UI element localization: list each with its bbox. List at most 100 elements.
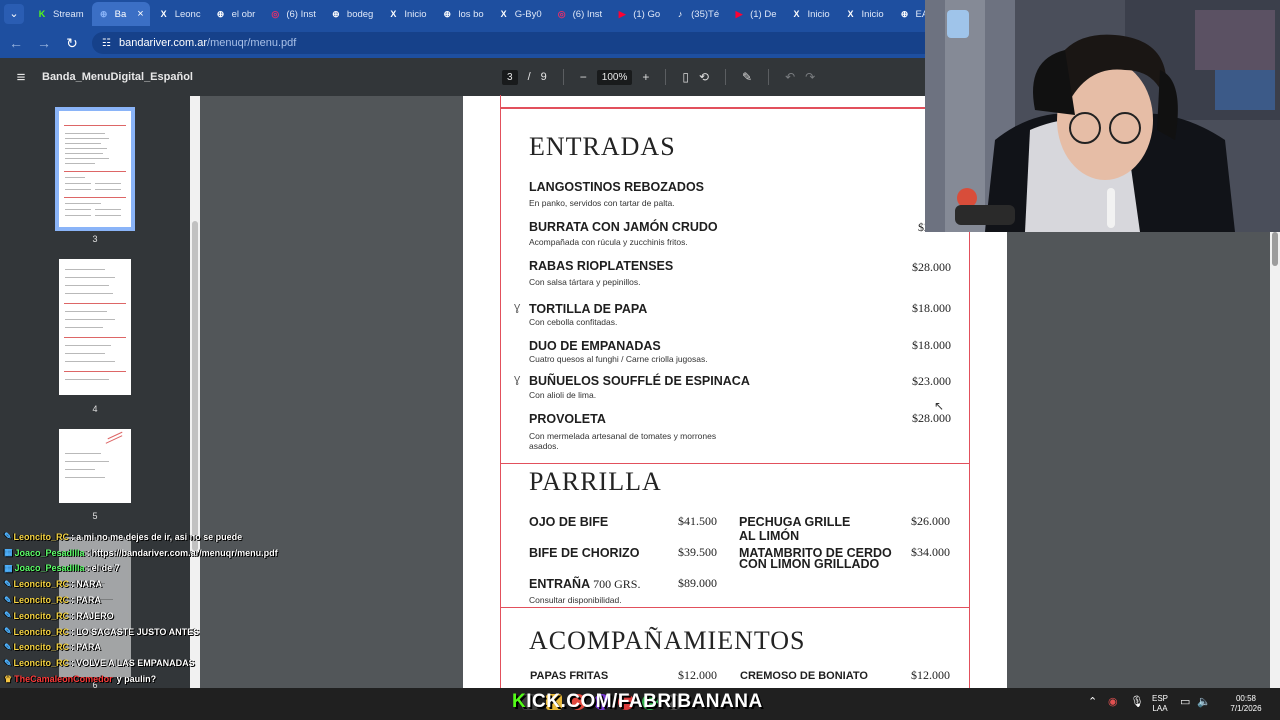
reload-icon[interactable]: ↻ xyxy=(64,35,80,52)
page-thumbnail-5[interactable] xyxy=(59,429,131,503)
app-tray-icon[interactable]: ◉ xyxy=(1108,697,1118,708)
chat-username[interactable]: TheCamaleonComedor xyxy=(14,674,113,684)
chat-username[interactable]: Leoncito_RC xyxy=(14,595,70,605)
browser-tab[interactable]: X Inicio xyxy=(381,2,433,26)
browser-tab[interactable]: ▶ (1) De xyxy=(727,2,782,26)
browser-tab[interactable]: ⊕ el obr xyxy=(209,2,262,26)
browser-tab[interactable]: K Stream xyxy=(30,2,90,26)
tab-label: (6) Inst xyxy=(286,8,316,20)
chat-username[interactable]: Joaco_Pesadilla xyxy=(15,563,85,573)
section-title-entradas: ENTRADAS xyxy=(529,132,676,161)
menu-item-weight: 700 GRS. xyxy=(593,577,641,591)
menu-item-price: $41.500 xyxy=(678,514,717,528)
microphone-icon[interactable]: 🎙 xyxy=(1130,697,1144,708)
back-arrow-icon[interactable]: ← xyxy=(8,35,24,51)
speaker-icon[interactable]: 🔈 xyxy=(1197,697,1211,708)
chat-badge-icon: ♛ xyxy=(4,673,13,684)
network-icon[interactable]: ▭ xyxy=(1180,697,1190,708)
language-indicator[interactable]: ESP LAA xyxy=(1152,694,1168,714)
youtube-icon: ▶ xyxy=(735,9,743,19)
close-tab-icon[interactable]: × xyxy=(137,8,143,20)
tab-label: Ba xyxy=(114,8,127,20)
tab-search-icon[interactable]: ⌄ xyxy=(4,4,24,24)
tab-label: Inicio xyxy=(404,8,427,20)
browser-tab[interactable]: ◎ (6) Inst xyxy=(550,2,609,26)
rotate-icon[interactable]: ⟲ xyxy=(699,70,709,84)
browser-tab[interactable]: ⊕ Ba × xyxy=(91,2,150,26)
vegetarian-icon: Ɣ xyxy=(514,303,521,314)
menu-item-description: En panko, servidos con tartar de palta. xyxy=(529,198,675,208)
zoom-in-icon[interactable]: + xyxy=(642,70,649,84)
chevron-up-icon[interactable]: ⌃ xyxy=(1088,697,1097,708)
menu-item-price: $26.000 xyxy=(911,514,950,528)
clock[interactable]: 00:58 7/1/2026 xyxy=(1226,694,1266,714)
chat-username[interactable]: Leoncito_RC xyxy=(14,611,70,621)
tab-label: Inicio xyxy=(861,8,884,20)
current-page-input[interactable]: 3 xyxy=(502,69,518,85)
chat-text: NARA xyxy=(76,579,103,590)
toolbar-divider xyxy=(768,69,770,85)
chat-text: LO SACASTE JUSTO ANTES xyxy=(76,626,200,637)
menu-item-name: PAPAS FRITAS xyxy=(530,670,609,682)
main-scroll-thumb[interactable] xyxy=(1272,232,1278,266)
tab-label: el obr xyxy=(231,8,256,20)
browser-tab[interactable]: ⊕ los bo xyxy=(435,2,489,26)
menu-item-description: Con cebolla confitadas. xyxy=(529,317,618,327)
menu-item-price: $18.000 xyxy=(912,338,951,352)
chat-username[interactable]: Leoncito_RC xyxy=(14,579,70,589)
total-pages: 9 xyxy=(540,71,547,83)
menu-item-description: Con salsa tártara y pepinillos. xyxy=(529,277,641,287)
draw-icon[interactable]: ✎ xyxy=(742,70,752,84)
mouse-cursor-icon: ↖ xyxy=(934,399,945,413)
tab-label: (6) Inst xyxy=(572,8,603,20)
menu-item-description: Cuatro quesos al funghi / Carne criolla … xyxy=(529,354,708,364)
chat-separator: : xyxy=(71,579,75,590)
chat-text: PARA xyxy=(76,595,101,606)
browser-tab[interactable]: ⊕ bodeg xyxy=(324,2,379,26)
x-icon: X xyxy=(847,9,854,19)
chat-username[interactable]: Joaco_Pesadilla xyxy=(15,548,85,558)
zoom-out-icon[interactable]: − xyxy=(580,70,587,84)
chat-username[interactable]: Leoncito_RC xyxy=(14,627,70,637)
url-bar[interactable]: ☷ bandariver.com.ar/menuqr/menu.pdf xyxy=(92,32,952,54)
tab-label: (35)Té xyxy=(691,8,720,20)
page-thumbnail-4[interactable] xyxy=(59,259,131,395)
zoom-level-input[interactable]: 100% xyxy=(596,69,633,85)
globe-icon: ⊕ xyxy=(332,9,340,19)
document-title: Banda_MenuDigital_Español xyxy=(42,71,193,83)
chat-username[interactable]: Leoncito_RC xyxy=(14,658,70,668)
sidebar-scroll-thumb[interactable] xyxy=(192,221,198,551)
forward-arrow-icon[interactable]: → xyxy=(36,35,52,51)
undo-icon[interactable]: ↶ xyxy=(785,70,795,84)
globe-icon: ⊕ xyxy=(99,9,108,19)
toolbar-divider xyxy=(665,69,667,85)
chat-username[interactable]: Leoncito_RC xyxy=(14,642,70,652)
instagram-icon: ◎ xyxy=(557,9,566,19)
menu-item-name: PROVOLETA xyxy=(529,412,606,426)
chat-username[interactable]: Leoncito_RC xyxy=(14,532,70,542)
sidebar-menu-icon[interactable]: ≡ xyxy=(0,69,42,86)
redo-icon[interactable]: ↷ xyxy=(805,70,815,84)
page-thumbnail-3[interactable] xyxy=(55,107,135,231)
chat-text: el de 7 xyxy=(91,563,120,574)
browser-tab[interactable]: X Inicio xyxy=(785,2,837,26)
chat-badge-icon: ✎ xyxy=(4,641,12,652)
menu-item-price: $18.000 xyxy=(912,301,951,315)
chat-separator: : xyxy=(71,595,75,606)
menu-item-name: OJO DE BIFE xyxy=(529,515,609,529)
chat-separator: : xyxy=(86,547,90,558)
browser-tab[interactable]: X Leonc xyxy=(152,2,207,26)
tab-label: Stream xyxy=(53,8,84,20)
chat-message: ▦ Joaco_Pesadilla: https://bandariver.com.… xyxy=(4,545,294,561)
page-navigation: 3 / 9 − 100% + ▯ ⟲ ✎ ↶ ↷ xyxy=(502,69,815,85)
browser-tab[interactable]: X Inicio xyxy=(839,2,891,26)
browser-tab[interactable]: ♪ (35)Té xyxy=(668,2,725,26)
site-info-icon[interactable]: ☷ xyxy=(102,38,111,49)
fit-page-icon[interactable]: ▯ xyxy=(682,70,689,84)
browser-tab[interactable]: X G-By0 xyxy=(492,2,548,26)
chat-badge-icon: ✎ xyxy=(4,657,12,668)
browser-tab[interactable]: ▶ (1) Go xyxy=(610,2,666,26)
chat-message: ✎ Leoncito_RC: NARA xyxy=(4,576,294,592)
chat-message: ✎ Leoncito_RC: PARA xyxy=(4,592,294,608)
browser-tab[interactable]: ◎ (6) Inst xyxy=(263,2,322,26)
